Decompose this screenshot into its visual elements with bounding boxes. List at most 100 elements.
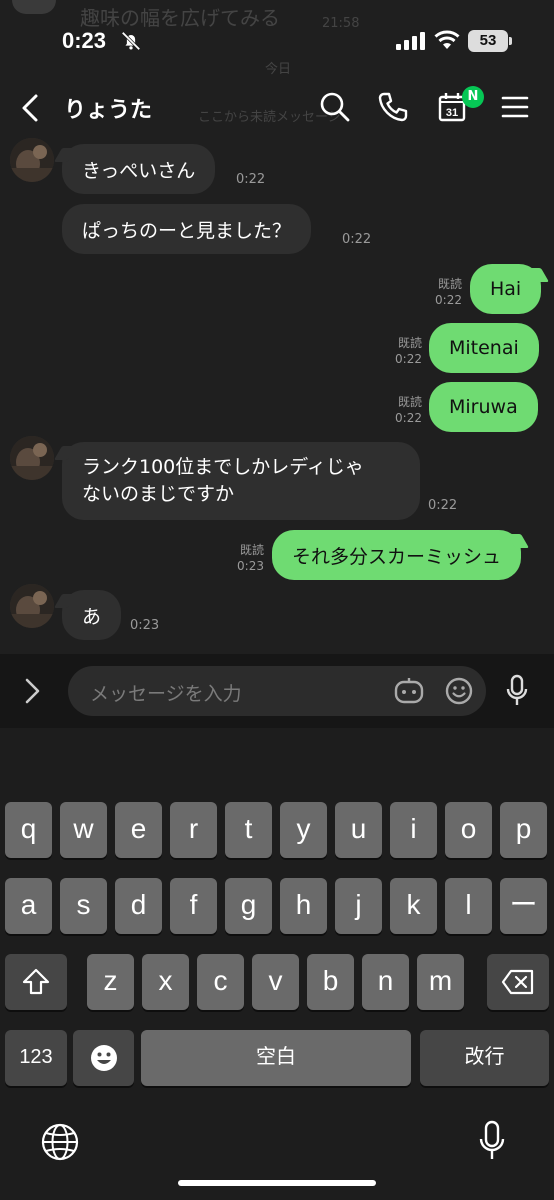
message-text: Miruwa xyxy=(449,396,518,418)
numbers-key[interactable]: 123 xyxy=(5,1030,67,1086)
message-read-meta: 既読 0:22 xyxy=(380,394,422,426)
chat-title: りょうた xyxy=(64,98,153,123)
read-status: 既読 xyxy=(397,395,422,409)
key-j[interactable]: j xyxy=(335,878,382,934)
sticker-icon[interactable] xyxy=(394,677,424,705)
key-r[interactable]: r xyxy=(170,802,217,858)
key-s[interactable]: s xyxy=(60,878,107,934)
behind-avatar xyxy=(12,0,56,14)
message-time: 0:22 xyxy=(395,352,422,366)
message-time: 0:22 xyxy=(395,411,422,425)
message-text: ぱっちのーと見ました？ xyxy=(82,219,292,242)
key-e[interactable]: e xyxy=(115,802,162,858)
behind-message-time: 21:58 xyxy=(322,16,360,31)
key-d[interactable]: d xyxy=(115,878,162,934)
message-bubble-incoming[interactable]: あ xyxy=(62,590,122,640)
message-text-line: ランク100位までしかレディじゃ xyxy=(82,456,364,478)
key-long-dash[interactable]: ー xyxy=(500,878,547,934)
message-text: Hai xyxy=(490,278,522,300)
message-time: 0:22 xyxy=(236,172,266,187)
emoji-icon xyxy=(90,1045,117,1071)
microphone-icon[interactable] xyxy=(505,674,529,708)
return-key[interactable]: 改行 xyxy=(420,1030,549,1086)
message-time: 0:23 xyxy=(130,618,160,633)
wifi-icon xyxy=(434,30,460,49)
avatar[interactable] xyxy=(10,584,54,628)
message-text: きっぺいさん xyxy=(82,159,196,182)
avatar-image xyxy=(10,584,54,628)
key-u[interactable]: u xyxy=(335,802,382,858)
chevron-right-icon[interactable] xyxy=(20,676,44,706)
key-n[interactable]: n xyxy=(362,954,409,1010)
message-read-meta: 既読 0:23 xyxy=(222,542,264,574)
message-text: それ多分スカーミッシュ xyxy=(292,545,502,568)
message-bubble-outgoing[interactable]: Mitenai xyxy=(429,323,539,373)
message-input[interactable]: メッセージを入力 xyxy=(68,666,486,716)
key-z[interactable]: z xyxy=(87,954,134,1010)
key-a[interactable]: a xyxy=(5,878,52,934)
key-x[interactable]: x xyxy=(142,954,189,1010)
read-status: 既読 xyxy=(437,277,462,291)
backspace-icon xyxy=(501,969,534,995)
message-input-bar: メッセージを入力 xyxy=(0,654,554,728)
key-k[interactable]: k xyxy=(390,878,437,934)
key-v[interactable]: v xyxy=(252,954,299,1010)
avatar[interactable] xyxy=(10,138,54,182)
backspace-key[interactable] xyxy=(487,954,549,1010)
status-time: 0:23 xyxy=(62,28,107,53)
message-text-line: ないのまじですか xyxy=(82,483,235,505)
battery-tip xyxy=(509,37,512,45)
key-t[interactable]: t xyxy=(225,802,272,858)
signal-icon xyxy=(396,32,425,50)
avatar-image xyxy=(10,436,54,480)
message-time: 0:22 xyxy=(342,232,372,247)
message-bubble-incoming[interactable]: ぱっちのーと見ました？ xyxy=(62,204,312,254)
avatar[interactable] xyxy=(10,436,54,480)
message-time: 0:23 xyxy=(237,559,264,573)
battery-indicator: 53 xyxy=(468,30,508,52)
key-p[interactable]: p xyxy=(500,802,547,858)
key-g[interactable]: g xyxy=(225,878,272,934)
emoji-icon[interactable] xyxy=(444,676,474,706)
message-text: あ xyxy=(82,605,102,628)
message-input-placeholder: メッセージを入力 xyxy=(90,683,242,705)
message-time: 0:22 xyxy=(435,293,462,307)
menu-icon[interactable] xyxy=(498,90,532,124)
key-q[interactable]: q xyxy=(5,802,52,858)
key-h[interactable]: h xyxy=(280,878,327,934)
message-bubble-incoming[interactable]: ランク100位までしかレディじゃ ないのまじですか xyxy=(62,442,420,520)
key-b[interactable]: b xyxy=(307,954,354,1010)
key-c[interactable]: c xyxy=(197,954,244,1010)
key-f[interactable]: f xyxy=(170,878,217,934)
avatar-image xyxy=(10,138,54,182)
bell-off-icon xyxy=(121,31,141,51)
behind-message-text: 趣味の幅を広げてみる xyxy=(80,6,280,30)
read-status: 既読 xyxy=(239,543,264,557)
search-icon[interactable] xyxy=(318,90,352,124)
key-m[interactable]: m xyxy=(417,954,464,1010)
key-l[interactable]: l xyxy=(445,878,492,934)
dictation-microphone-icon[interactable] xyxy=(478,1120,506,1164)
key-i[interactable]: i xyxy=(390,802,437,858)
message-bubble-outgoing[interactable]: それ多分スカーミッシュ xyxy=(272,530,522,580)
message-bubble-incoming[interactable]: きっぺいさん xyxy=(62,144,216,194)
key-y[interactable]: y xyxy=(280,802,327,858)
read-status: 既読 xyxy=(397,336,422,350)
message-bubble-outgoing[interactable]: Hai xyxy=(470,264,542,314)
message-read-meta: 既読 0:22 xyxy=(420,276,462,308)
phone-icon[interactable] xyxy=(376,90,410,124)
message-read-meta: 既読 0:22 xyxy=(380,335,422,367)
calendar-new-badge: N xyxy=(462,86,484,108)
back-button[interactable] xyxy=(16,92,44,124)
behind-date-divider: 今日 xyxy=(265,62,292,77)
key-o[interactable]: o xyxy=(445,802,492,858)
shift-icon xyxy=(22,968,50,995)
emoji-key[interactable] xyxy=(73,1030,134,1086)
shift-key[interactable] xyxy=(5,954,67,1010)
space-key[interactable]: 空白 xyxy=(141,1030,411,1086)
message-bubble-outgoing[interactable]: Miruwa xyxy=(429,382,538,432)
home-indicator[interactable] xyxy=(178,1180,376,1186)
key-w[interactable]: w xyxy=(60,802,107,858)
globe-icon[interactable] xyxy=(40,1122,80,1162)
message-time: 0:22 xyxy=(428,498,458,513)
